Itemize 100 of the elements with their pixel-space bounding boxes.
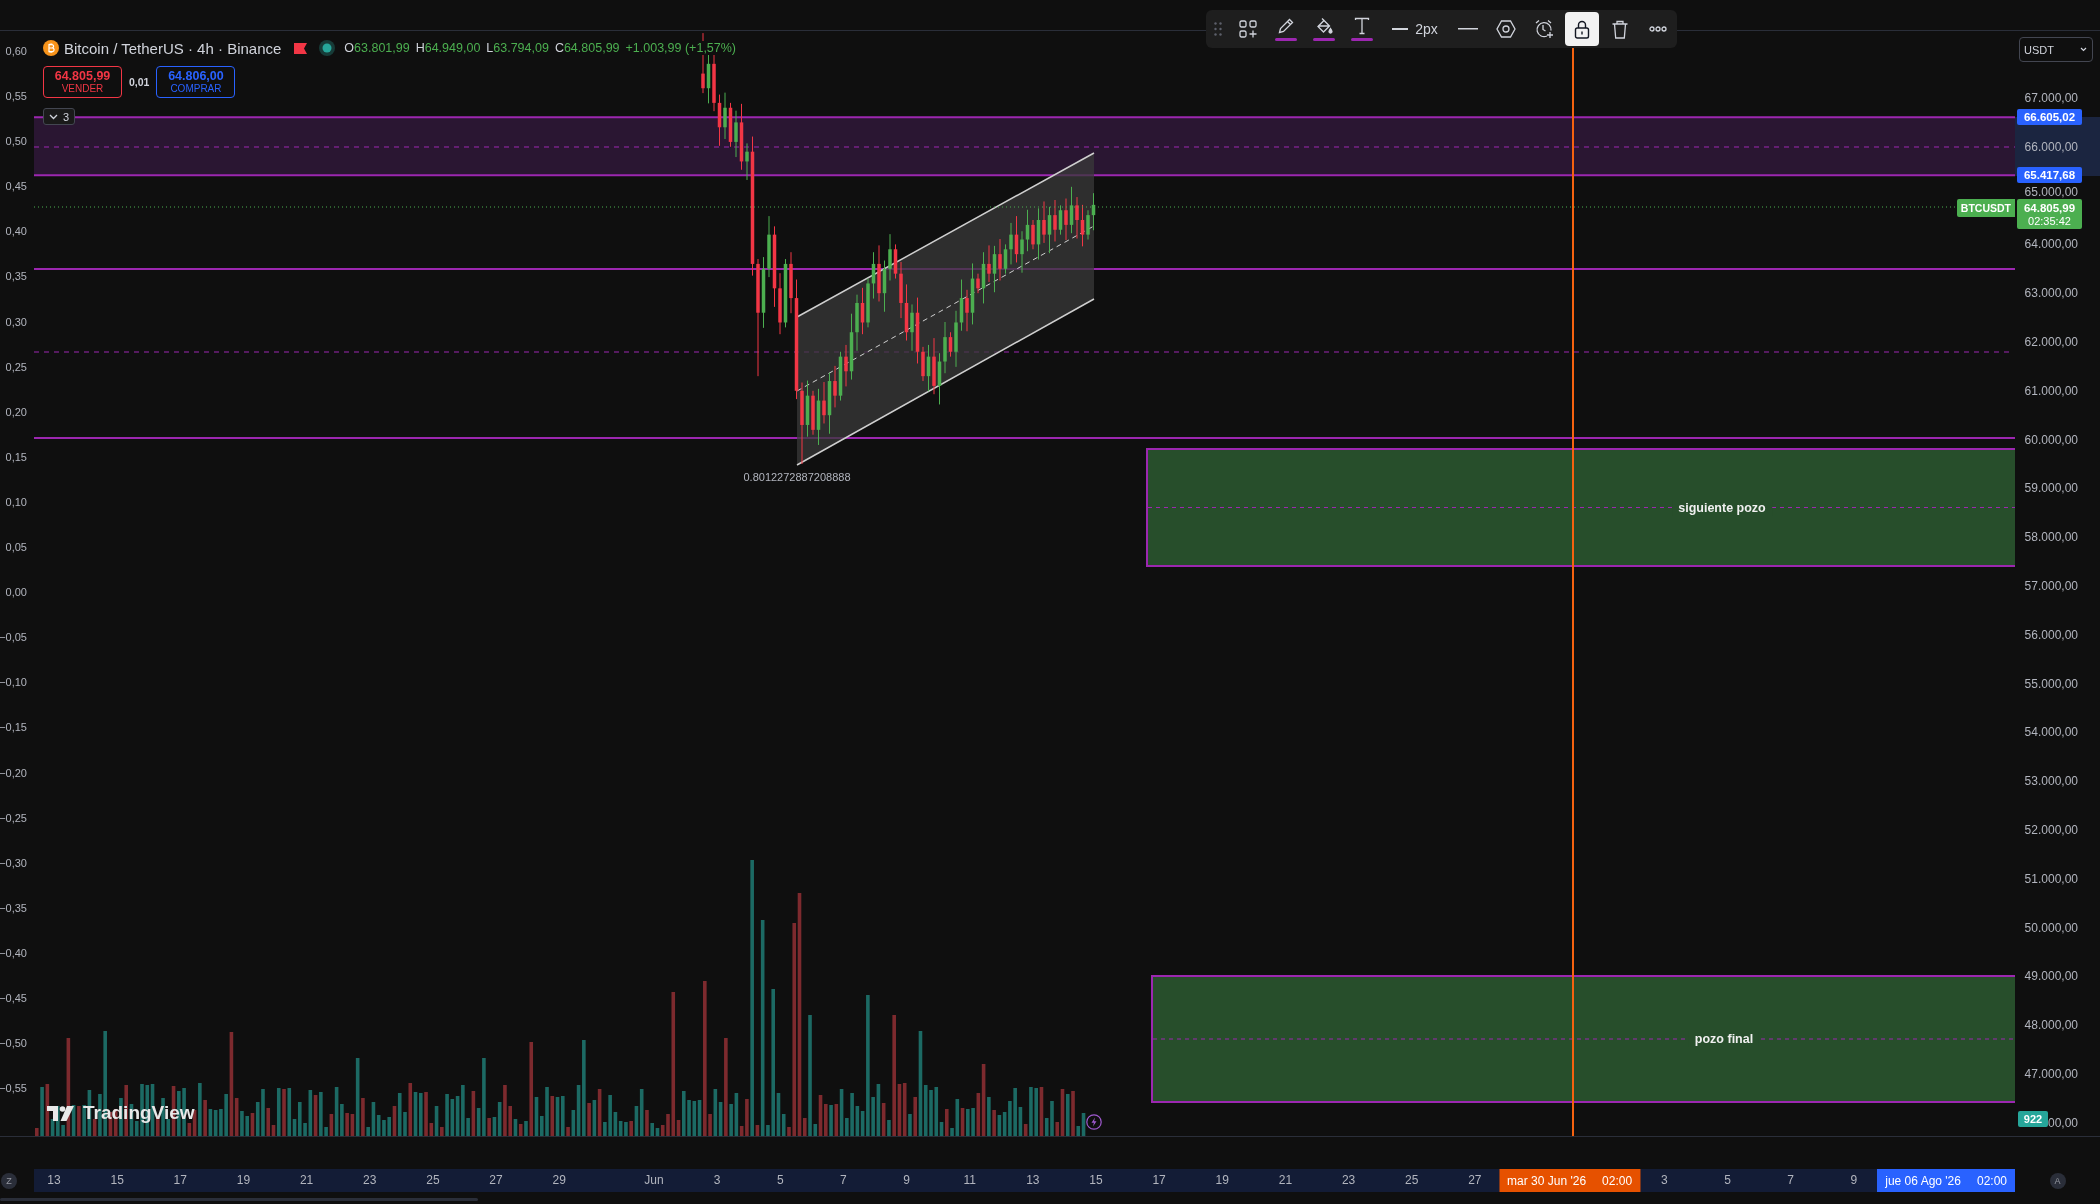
price-label: 61.000,00 <box>2024 382 2078 400</box>
axis-label: 0,50 <box>5 134 27 150</box>
symbol-tag: BTCUSDT <box>1956 199 2015 217</box>
price-label: 56.000,00 <box>2024 626 2078 644</box>
price-label: 50.000,00 <box>2024 919 2078 937</box>
ohlc-value: C64.805,99 <box>554 41 620 55</box>
axis-label: −0,40 <box>0 945 27 961</box>
axis-button[interactable]: A <box>2049 1172 2066 1189</box>
axis-label: 0,25 <box>5 359 27 375</box>
time-label: 17 <box>173 1172 187 1189</box>
line-icon <box>1458 28 1478 30</box>
channel-label: 0.8012272887208888 <box>743 471 851 483</box>
axis-label: −0,10 <box>0 675 27 691</box>
axis-label: 0,10 <box>5 494 27 510</box>
price-label: 66.000,00 <box>2024 138 2078 156</box>
axis-label: −0,50 <box>0 1036 27 1052</box>
time-label: 21 <box>1278 1172 1293 1189</box>
price-label: 58.000,00 <box>2024 529 2078 547</box>
chevron-icon <box>49 113 58 120</box>
time-label: 17 <box>1152 1172 1166 1189</box>
axis-label: 0,35 <box>5 269 27 285</box>
coin-icon <box>43 40 59 56</box>
time-label: 25 <box>1405 1172 1419 1189</box>
price-label: 51.000,00 <box>2024 870 2078 888</box>
time-label: 13 <box>47 1172 61 1189</box>
time-label: 5 <box>776 1172 784 1189</box>
time-label: 27 <box>1468 1172 1482 1189</box>
buy-button[interactable]: 64.806,00 COMPRAR <box>156 66 236 98</box>
price-label: 47.000,00 <box>2024 1065 2078 1083</box>
price-label: 48.000,00 <box>2024 1017 2078 1035</box>
axis-label: −0,05 <box>0 630 27 646</box>
time-label: 7 <box>1787 1172 1794 1189</box>
lock-icon <box>1574 19 1590 39</box>
time-label: 11 <box>963 1172 976 1189</box>
time-label: 9 <box>903 1172 910 1189</box>
indicators-toggle[interactable]: 3 <box>43 108 76 125</box>
price-label: 64.000,00 <box>2024 236 2078 254</box>
axis-label: −0,45 <box>0 990 27 1006</box>
brand-name: TradingView <box>83 1102 195 1124</box>
axis-label: −0,15 <box>0 720 27 736</box>
axis-label: −0,35 <box>0 900 27 916</box>
marker-date: jue 06 Ago '26 <box>1885 1173 1961 1188</box>
marker-time: 02:00 <box>1976 1173 2007 1188</box>
scrollbar-thumb[interactable] <box>0 1198 478 1201</box>
time-label: 19 <box>1215 1172 1229 1189</box>
marker-date: mar 30 Jun '26 <box>1507 1173 1587 1188</box>
line-icon <box>1392 28 1409 30</box>
price-label: 65.000,00 <box>2024 184 2078 199</box>
time-label: 21 <box>299 1172 314 1189</box>
logo-icon <box>47 1105 75 1121</box>
pencil-icon <box>1277 17 1295 35</box>
settings-icon <box>1496 20 1516 38</box>
price-tag: 65.417,68 <box>2017 167 2082 183</box>
price-label: 53.000,00 <box>2024 773 2078 791</box>
time-label: Jun <box>644 1172 664 1189</box>
time-label: 27 <box>489 1172 503 1189</box>
time-label: 25 <box>426 1172 440 1189</box>
time-label: 19 <box>236 1172 251 1189</box>
time-label: 15 <box>1089 1172 1103 1189</box>
line-width-button[interactable]: 2px <box>1383 12 1447 46</box>
axis-label: 0,15 <box>5 449 27 465</box>
last-price-value: 64.805,99 <box>2023 200 2076 215</box>
time-label: 3 <box>713 1172 721 1189</box>
price-label: 62.000,00 <box>2024 334 2078 351</box>
caret-icon <box>2080 47 2087 52</box>
alarm-clock-icon <box>1534 19 1554 39</box>
volume-tag: 922 <box>2018 1111 2048 1127</box>
flag-icon[interactable] <box>294 42 308 54</box>
sell-button[interactable]: 64.805,99 VENDER <box>43 66 122 98</box>
symbol-title[interactable]: Bitcoin / TetherUS · 4h · Binance <box>64 39 282 57</box>
lightning-icon[interactable] <box>1086 1114 1102 1130</box>
countdown-timer: 02:35:42 <box>2028 214 2071 228</box>
paint-bucket-icon <box>1315 17 1333 35</box>
axis-label: 0,20 <box>5 404 27 420</box>
time-label: 9 <box>1850 1172 1858 1189</box>
text-tool-icon <box>1354 17 1370 35</box>
axis-label: 0,40 <box>5 224 27 240</box>
currency-dropdown[interactable]: USDT <box>2019 37 2093 62</box>
axis-label: 0,30 <box>5 314 27 330</box>
time-label: 7 <box>840 1172 847 1189</box>
axis-label: 0,55 <box>5 89 27 105</box>
marker-time: 02:00 <box>1602 1173 1633 1188</box>
axis-label: 0,05 <box>5 540 27 556</box>
axis-label: −0,25 <box>0 810 27 826</box>
price-change: +1.003,99 (+1,57%) <box>625 41 739 55</box>
axis-label: 0,45 <box>5 179 27 195</box>
price-label: 00,00 <box>2047 1114 2078 1132</box>
time-label: 23 <box>1341 1172 1356 1189</box>
lock-button[interactable] <box>1565 12 1599 46</box>
time-label: 15 <box>110 1172 124 1189</box>
axis-label: 0,60 <box>5 44 27 59</box>
drag-handle-icon[interactable] <box>1214 22 1222 36</box>
status-dot-icon <box>319 40 336 56</box>
axis-label: −0,30 <box>0 855 27 871</box>
axis-label: −0,55 <box>0 1081 27 1097</box>
price-label: 54.000,00 <box>2024 724 2078 742</box>
ohlc-value: H64.949,00 <box>415 41 481 55</box>
spread-value: 0,01 <box>129 76 150 88</box>
axis-label: −0,20 <box>0 765 27 781</box>
axis-button[interactable]: Z <box>1 1172 17 1189</box>
